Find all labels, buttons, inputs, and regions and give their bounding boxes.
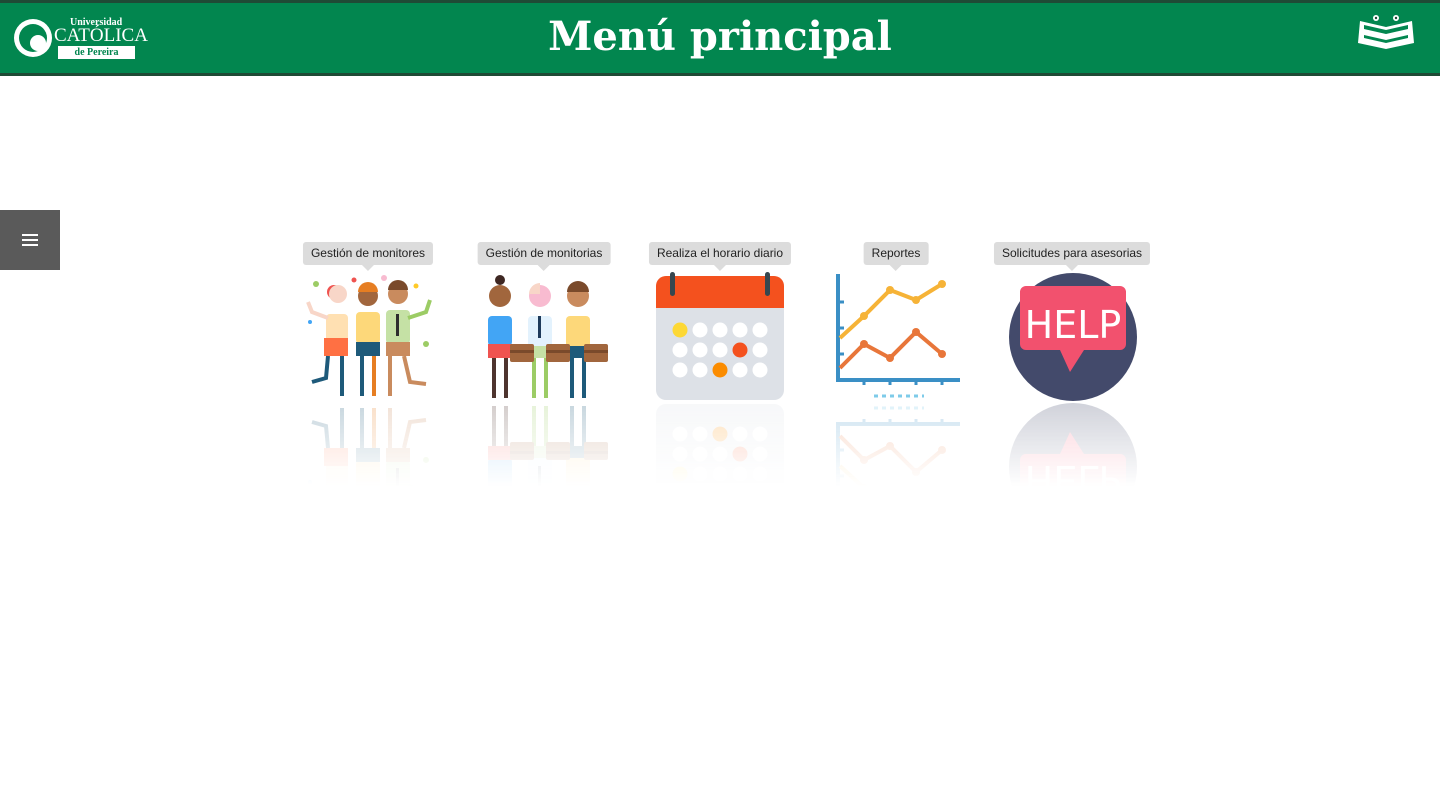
menu-item-solicitudes-asesorias[interactable]: Solicitudes para asesorias HELP: [982, 242, 1162, 442]
menu-item-gestion-monitores[interactable]: Gestión de monitores: [278, 242, 458, 442]
help-icon-text: HELP: [1025, 303, 1122, 347]
tooltip-label: Reportes: [863, 242, 929, 271]
people-group-icon: [304, 272, 434, 402]
tooltip-label: Gestión de monitores: [302, 242, 434, 271]
tooltip-label: Gestión de monitorias: [477, 242, 611, 271]
page-title: Menú principal: [548, 13, 892, 60]
calendar-icon: [656, 272, 786, 402]
menu-item-reportes[interactable]: Reportes: [806, 242, 986, 442]
menu-item-gestion-monitorias[interactable]: Gestión de monitorias: [454, 242, 634, 442]
business-people-icon: [480, 272, 610, 402]
tooltip-label: Realiza el horario diario: [648, 242, 792, 271]
line-chart-icon: [832, 272, 962, 402]
sidebar-toggle-button[interactable]: [0, 210, 60, 270]
menu-item-horario-diario[interactable]: Realiza el horario diario: [630, 242, 810, 442]
ucp-crest-icon: [1356, 13, 1416, 55]
help-icon: HELP: [1008, 272, 1138, 402]
header-bar: Universidad CATÓLICA de Pereira Menú pri…: [0, 0, 1440, 76]
tooltip-label: Solicitudes para asesorias: [993, 242, 1151, 271]
